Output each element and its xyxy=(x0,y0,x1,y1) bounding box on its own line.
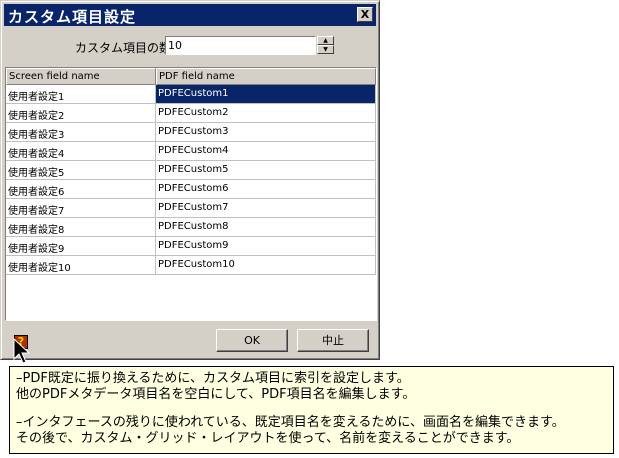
custom-field-count-label: カスタム項目の数 xyxy=(75,41,172,55)
window-title: カスタム項目設定 xyxy=(8,8,137,26)
custom-field-settings-dialog: カスタム項目設定 X カスタム項目の数 ▲ ▼ Screen field nam… xyxy=(0,0,380,360)
field-mapping-grid[interactable]: Screen field name PDF field name 使用者設定1 P… xyxy=(5,67,377,321)
table-row[interactable]: 使用者設定7 PDFECustom7 xyxy=(6,199,376,218)
screen-field-cell[interactable]: 使用者設定7 xyxy=(6,199,156,218)
table-row[interactable]: 使用者設定4 PDFECustom4 xyxy=(6,142,376,161)
pdf-field-cell[interactable]: PDFECustom6 xyxy=(156,180,376,199)
pdf-field-cell[interactable]: PDFECustom4 xyxy=(156,142,376,161)
table-row[interactable]: 使用者設定1 PDFECustom1 xyxy=(6,85,376,104)
column-header-pdf-field[interactable]: PDF field name xyxy=(156,68,376,85)
screen-field-cell[interactable]: 使用者設定10 xyxy=(6,256,156,275)
table-row[interactable]: 使用者設定3 PDFECustom3 xyxy=(6,123,376,142)
screen-field-cell[interactable]: 使用者設定8 xyxy=(6,218,156,237)
table-row[interactable]: 使用者設定5 PDFECustom5 xyxy=(6,161,376,180)
spin-up-icon[interactable]: ▲ xyxy=(317,36,334,45)
tooltip-line-1: –PDF既定に振り換えるために、カスタム項目に索引を設定します。 xyxy=(16,371,410,386)
screen-field-cell[interactable]: 使用者設定5 xyxy=(6,161,156,180)
pdf-field-cell[interactable]: PDFECustom7 xyxy=(156,199,376,218)
pdf-field-cell[interactable]: PDFECustom2 xyxy=(156,104,376,123)
cancel-button[interactable]: 中止 xyxy=(297,329,369,352)
table-row[interactable]: 使用者設定9 PDFECustom9 xyxy=(6,237,376,256)
screen-field-cell[interactable]: 使用者設定4 xyxy=(6,142,156,161)
grid-header: Screen field name PDF field name xyxy=(6,68,376,85)
column-header-screen-field[interactable]: Screen field name xyxy=(6,68,156,85)
pdf-field-cell[interactable]: PDFECustom1 xyxy=(156,85,376,104)
title-bar: カスタム項目設定 X xyxy=(4,4,376,26)
screen-field-cell[interactable]: 使用者設定9 xyxy=(6,237,156,256)
table-row[interactable]: 使用者設定2 PDFECustom2 xyxy=(6,104,376,123)
mouse-pointer-icon xyxy=(13,338,31,364)
screen-field-cell[interactable]: 使用者設定1 xyxy=(6,85,156,104)
table-row[interactable]: 使用者設定8 PDFECustom8 xyxy=(6,218,376,237)
table-row[interactable]: 使用者設定10 PDFECustom10 xyxy=(6,256,376,275)
spin-down-icon[interactable]: ▼ xyxy=(317,45,334,54)
tooltip-line-3: –インタフェースの残りに使われている、既定項目名を変えるために、画面名を編集でき… xyxy=(16,415,565,430)
ok-button[interactable]: OK xyxy=(216,329,288,352)
close-button[interactable]: X xyxy=(357,7,373,22)
table-row[interactable]: 使用者設定6 PDFECustom6 xyxy=(6,180,376,199)
pdf-field-cell[interactable]: PDFECustom10 xyxy=(156,256,376,275)
pdf-field-cell[interactable]: PDFECustom3 xyxy=(156,123,376,142)
custom-field-count-input[interactable] xyxy=(165,36,316,55)
screen-field-cell[interactable]: 使用者設定6 xyxy=(6,180,156,199)
pdf-field-cell[interactable]: PDFECustom9 xyxy=(156,237,376,256)
pdf-field-cell[interactable]: PDFECustom8 xyxy=(156,218,376,237)
screen-field-cell[interactable]: 使用者設定3 xyxy=(6,123,156,142)
screen-field-cell[interactable]: 使用者設定2 xyxy=(6,104,156,123)
tooltip-line-4: その後で、カスタム・グリッド・レイアウトを使って、名前を変えることができます。 xyxy=(16,431,520,446)
help-tooltip: –PDF既定に振り換えるために、カスタム項目に索引を設定します。 他のPDFメタ… xyxy=(9,366,614,454)
tooltip-line-2: 他のPDFメタデータ項目名を空白にして、PDF項目名を編集します。 xyxy=(16,387,416,402)
pdf-field-cell[interactable]: PDFECustom5 xyxy=(156,161,376,180)
count-spinner[interactable]: ▲ ▼ xyxy=(317,36,334,55)
